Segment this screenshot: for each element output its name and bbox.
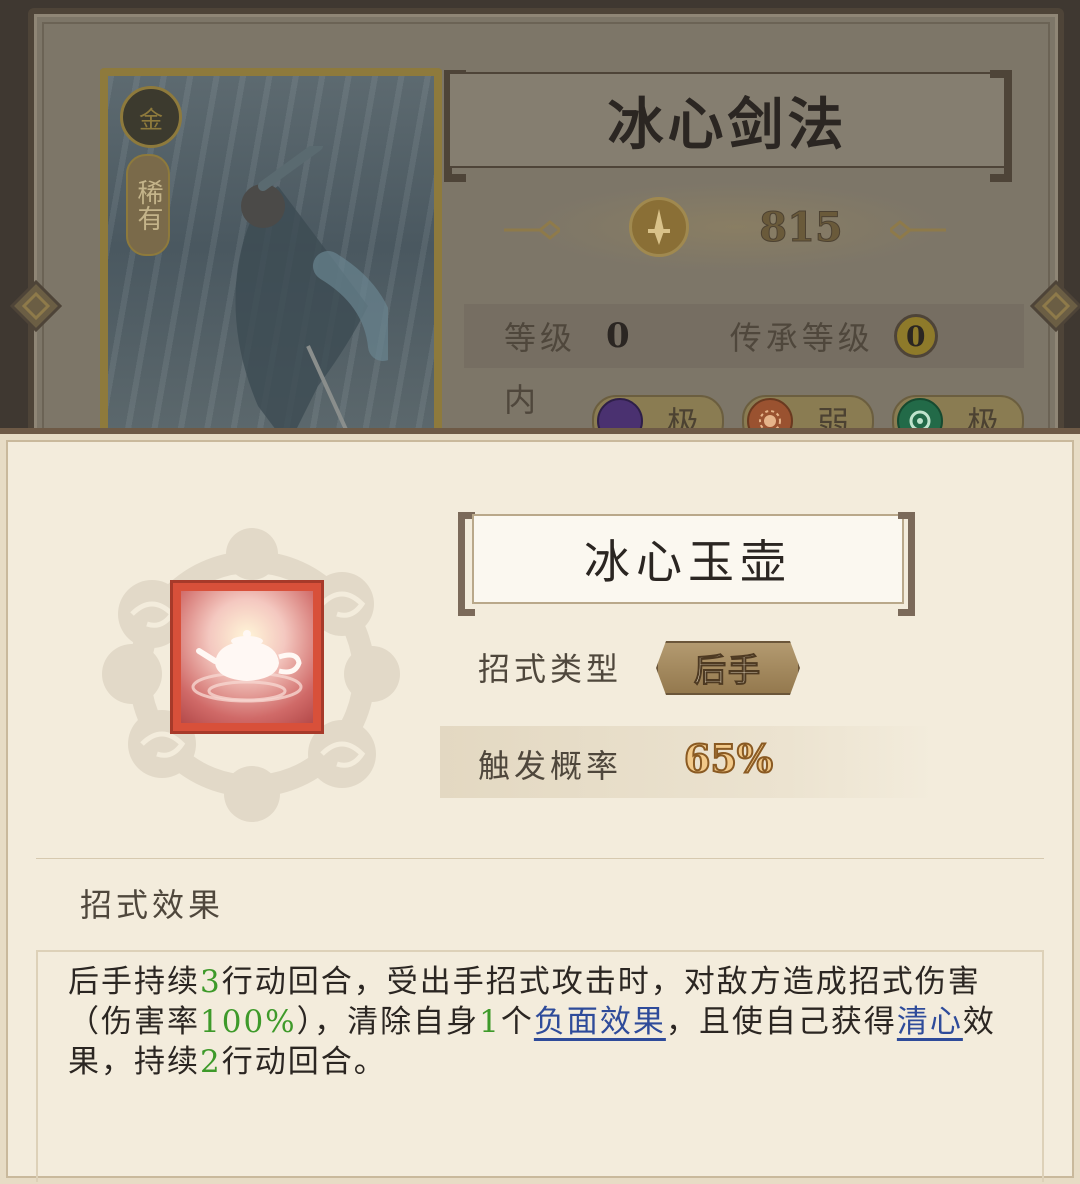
teapot-skill-icon[interactable] xyxy=(170,580,324,734)
rank-emblem-icon: 金 xyxy=(120,86,182,148)
next-arrow-icon[interactable] xyxy=(1026,276,1080,336)
inheritance-value: 0 xyxy=(893,314,938,358)
effect-keyword-link[interactable]: 负面效果 xyxy=(534,1004,666,1040)
move-type-value: 后手 xyxy=(693,651,762,689)
trigger-rate-value: 65% xyxy=(683,735,774,782)
move-type-badge: 后手 xyxy=(656,641,800,695)
effect-number: 100% xyxy=(200,1004,297,1040)
swordsman-figure-icon xyxy=(235,146,388,456)
teapot-icon xyxy=(191,630,303,703)
prev-arrow-icon[interactable] xyxy=(6,276,66,336)
move-name: 冰心玉壶 xyxy=(584,535,792,589)
section-divider xyxy=(36,858,1044,859)
effect-text-segment: 行动回合。 xyxy=(221,1044,387,1080)
skill-card-background: 金 稀有 冰心剑法 815 等级 0 传承等级 0 内息 极 xyxy=(9,8,1080,465)
effect-text-segment: 后手持续 xyxy=(68,964,200,1000)
level-value: 0 xyxy=(606,316,630,356)
effect-text-segment: 个 xyxy=(500,1004,534,1040)
skill-title-box: 冰心剑法 xyxy=(448,72,1007,168)
trigger-rate-label: 触发概率 xyxy=(478,747,623,785)
effect-keyword-link[interactable]: 清心 xyxy=(897,1004,963,1040)
effect-description: 后手持续3行动回合，受出手招式攻击时，对敌方造成招式伤害（伤害率100%），清除… xyxy=(68,962,998,1082)
power-value: 815 xyxy=(759,203,843,251)
level-label: 等级 xyxy=(504,319,577,357)
power-deco-right-icon xyxy=(890,220,946,240)
effect-number: 2 xyxy=(200,1044,222,1080)
character-portrait: 金 稀有 xyxy=(100,68,442,456)
level-row: 等级 0 传承等级 0 xyxy=(464,304,1024,368)
move-detail-panel: 冰心玉壶 招式类型 后手 触发概率 65% 招式效果 后手持续3行动回合，受出手… xyxy=(0,428,1080,1184)
effect-text-segment: ），清除自身 xyxy=(296,1004,480,1040)
skill-title: 冰心剑法 xyxy=(607,91,848,158)
effect-title: 招式效果 xyxy=(80,886,225,924)
power-row: 815 xyxy=(526,182,946,272)
sword-power-icon xyxy=(629,197,690,257)
effect-number: 3 xyxy=(200,964,222,1000)
title-bracket-right xyxy=(990,70,1012,182)
inheritance-label: 传承等级 xyxy=(729,319,874,357)
rarity-tag: 稀有 xyxy=(126,154,170,256)
move-type-label: 招式类型 xyxy=(478,650,623,688)
name-bracket-right xyxy=(898,512,915,616)
move-name-box: 冰心玉壶 xyxy=(472,514,904,604)
effect-number: 1 xyxy=(479,1004,501,1040)
effect-text-segment: ，且使自己获得 xyxy=(665,1004,897,1040)
